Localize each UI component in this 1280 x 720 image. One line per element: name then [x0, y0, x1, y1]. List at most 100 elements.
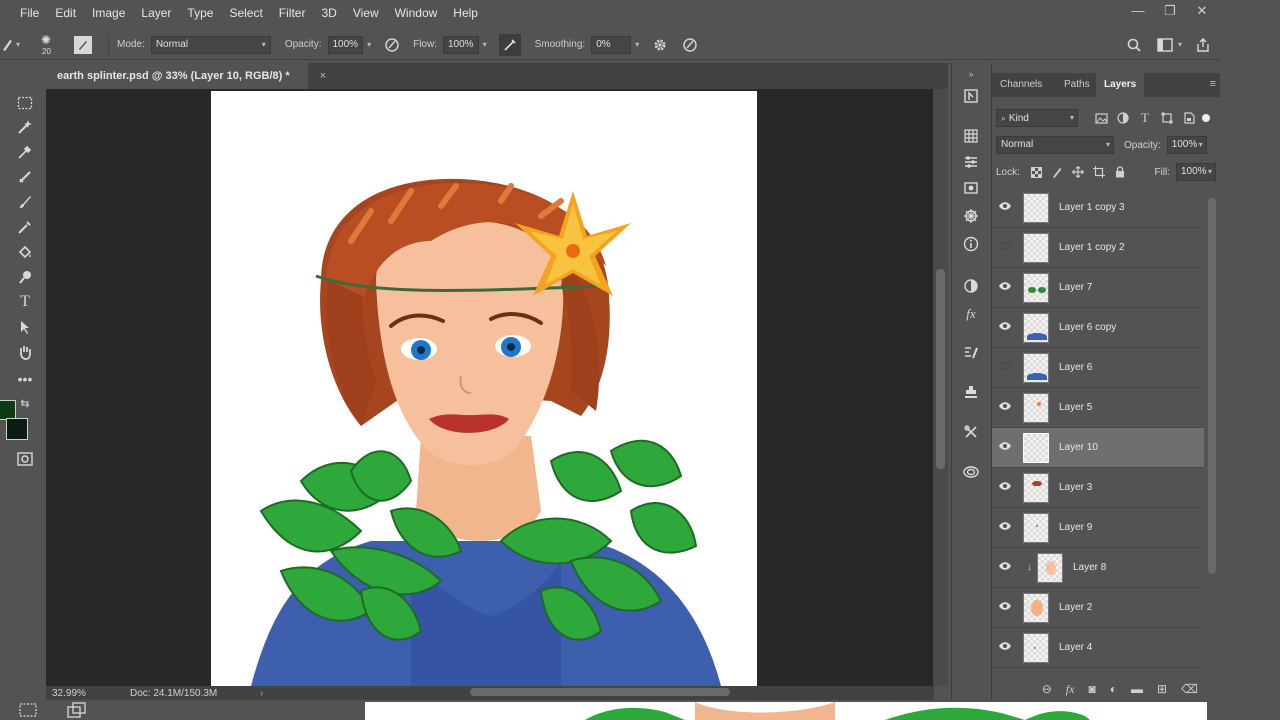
artboard-icon[interactable]: [18, 702, 38, 720]
menu-edit[interactable]: Edit: [47, 0, 84, 26]
brush-settings-icon[interactable]: [960, 341, 982, 363]
eye-icon[interactable]: [992, 401, 1018, 414]
layer-row[interactable]: Layer 7: [992, 268, 1204, 308]
type-tool-icon[interactable]: T: [12, 291, 38, 313]
smoothing-input[interactable]: 0%: [591, 35, 632, 54]
layer-row[interactable]: Layer 2: [992, 588, 1204, 628]
brush-preset-picker[interactable]: ✺ 20: [38, 32, 60, 58]
filter-smart-object-icon[interactable]: [1178, 112, 1200, 124]
opacity-input[interactable]: 100%: [327, 35, 364, 54]
eye-icon[interactable]: [992, 281, 1018, 294]
navigator-icon[interactable]: [960, 205, 982, 227]
tab-layers[interactable]: Layers: [1096, 73, 1145, 97]
layer-name[interactable]: Layer 2: [1059, 602, 1092, 613]
blend-mode-select[interactable]: Normal ▾: [996, 136, 1114, 154]
minimize-button[interactable]: —: [1122, 0, 1154, 22]
layer-row[interactable]: Layer 9: [992, 508, 1204, 548]
airbrush-icon[interactable]: [498, 33, 521, 56]
filter-type-icon[interactable]: T: [1134, 110, 1156, 126]
eye-icon[interactable]: [992, 201, 1018, 214]
layer-name[interactable]: Layer 6 copy: [1059, 322, 1116, 333]
canvas-horizontal-scrollbar[interactable]: [470, 688, 730, 696]
eye-icon[interactable]: [992, 481, 1018, 494]
quick-mask-icon[interactable]: [12, 448, 38, 470]
menu-layer[interactable]: Layer: [133, 0, 179, 26]
menu-view[interactable]: View: [345, 0, 387, 26]
menu-filter[interactable]: Filter: [271, 0, 314, 26]
layer-row[interactable]: ↓ Layer 8: [992, 548, 1204, 588]
path-selection-tool-icon[interactable]: [12, 316, 38, 338]
layer-name[interactable]: Layer 1 copy 3: [1059, 202, 1125, 213]
3d-icon[interactable]: [960, 177, 982, 199]
layer-opacity-input[interactable]: 100% ▾: [1166, 136, 1207, 154]
libraries-icon[interactable]: [960, 461, 982, 483]
pressure-opacity-icon[interactable]: [383, 37, 401, 53]
brush-settings-panel-icon[interactable]: [74, 35, 93, 54]
layer-name[interactable]: Layer 8: [1073, 562, 1106, 573]
new-layer-icon[interactable]: ⊞: [1157, 682, 1167, 696]
share-icon[interactable]: [1194, 37, 1212, 53]
mode-select[interactable]: Normal ▾: [150, 35, 271, 54]
layer-name[interactable]: Layer 6: [1059, 362, 1092, 373]
layer-name[interactable]: Layer 10: [1059, 442, 1098, 453]
collapse-dock-icon[interactable]: »: [960, 63, 982, 85]
info-icon[interactable]: [960, 233, 982, 255]
zoom-level[interactable]: 32.99%: [52, 688, 130, 699]
eye-icon[interactable]: [992, 641, 1018, 654]
history-icon[interactable]: [960, 85, 982, 107]
fill-input[interactable]: 100% ▾: [1176, 163, 1216, 181]
gear-icon[interactable]: [651, 38, 669, 52]
marquee-tool-icon[interactable]: [12, 92, 38, 114]
flow-input[interactable]: 100%: [443, 35, 479, 54]
workspace-icon[interactable]: [1156, 37, 1174, 52]
new-adjustment-layer-icon[interactable]: ◐: [1110, 682, 1117, 696]
filter-adjustment-icon[interactable]: [1112, 112, 1134, 124]
eye-icon[interactable]: [992, 601, 1018, 614]
layer-row[interactable]: Layer 10: [992, 428, 1204, 468]
layer-thumbnail[interactable]: [1023, 512, 1049, 543]
document-canvas[interactable]: [211, 91, 757, 686]
lock-transparent-icon[interactable]: [1026, 166, 1047, 178]
status-menu-arrow[interactable]: ›: [260, 688, 263, 699]
menu-select[interactable]: Select: [221, 0, 270, 26]
layer-thumbnail[interactable]: [1023, 632, 1049, 663]
layer-thumbnail[interactable]: [1023, 312, 1049, 343]
layer-thumbnail[interactable]: [1023, 272, 1049, 303]
magic-wand-tool-icon[interactable]: [12, 116, 38, 138]
lock-artboard-icon[interactable]: [1089, 166, 1110, 178]
tab-paths[interactable]: Paths: [1056, 73, 1098, 97]
layer-thumbnail[interactable]: [1023, 232, 1049, 263]
swap-colors-icon[interactable]: ⇆: [18, 396, 32, 410]
layer-thumbnail[interactable]: [1023, 432, 1049, 463]
eye-icon[interactable]: [992, 321, 1018, 334]
layer-thumbnail[interactable]: [1023, 352, 1049, 383]
layer-row[interactable]: Layer 4: [992, 628, 1204, 668]
eye-icon[interactable]: [992, 441, 1018, 454]
menu-window[interactable]: Window: [387, 0, 446, 26]
background-color-swatch[interactable]: [6, 418, 28, 440]
close-window-button[interactable]: ✕: [1186, 0, 1218, 22]
layer-name[interactable]: Layer 5: [1059, 402, 1092, 413]
clone-source-icon[interactable]: [960, 381, 982, 403]
layer-row[interactable]: Layer 6 copy: [992, 308, 1204, 348]
layer-name[interactable]: Layer 9: [1059, 522, 1092, 533]
eye-hidden-icon[interactable]: [992, 361, 1018, 374]
more-tools-icon[interactable]: •••: [12, 368, 38, 390]
brush-tool-icon[interactable]: [0, 38, 14, 52]
layer-row[interactable]: Layer 3: [992, 468, 1204, 508]
tab-channels[interactable]: Channels: [992, 73, 1050, 97]
layer-name[interactable]: Layer 7: [1059, 282, 1092, 293]
filter-kind-select[interactable]: ⌕ Kind ▾: [996, 109, 1078, 127]
screen-mode-icon[interactable]: [66, 702, 88, 720]
swatches-icon[interactable]: [960, 125, 982, 147]
layer-row[interactable]: Layer 5: [992, 388, 1204, 428]
document-tab[interactable]: earth splinter.psd @ 33% (Layer 10, RGB/…: [46, 63, 326, 89]
layer-row[interactable]: Layer 6: [992, 348, 1204, 388]
layer-name[interactable]: Layer 4: [1059, 642, 1092, 653]
add-mask-icon[interactable]: ◙: [1088, 682, 1095, 696]
menu-type[interactable]: Type: [179, 0, 221, 26]
tool-presets-icon[interactable]: [960, 421, 982, 443]
workspace-chevron-icon[interactable]: ▾: [1178, 40, 1182, 49]
layer-thumbnail[interactable]: [1023, 392, 1049, 423]
healing-brush-tool-icon[interactable]: [12, 166, 38, 188]
